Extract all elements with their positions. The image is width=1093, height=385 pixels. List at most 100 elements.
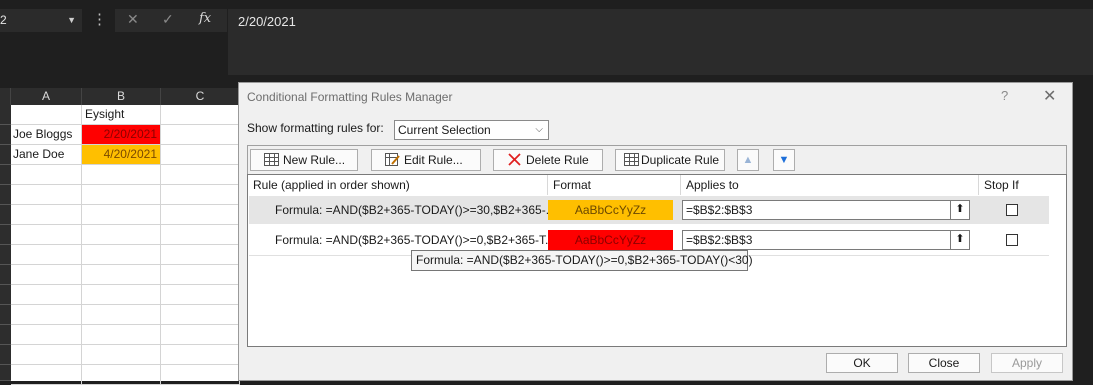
column-header-applies-to: Applies to — [681, 175, 979, 195]
cell[interactable] — [82, 345, 161, 365]
dialog-title: Conditional Formatting Rules Manager — [247, 90, 453, 104]
cell-a1[interactable] — [11, 105, 82, 125]
row-header[interactable] — [0, 265, 11, 285]
row-header[interactable] — [0, 105, 11, 125]
cell[interactable] — [11, 325, 82, 345]
cell[interactable] — [161, 325, 240, 345]
row-header[interactable] — [0, 305, 11, 325]
cell[interactable] — [82, 245, 161, 265]
new-rule-label: New Rule... — [283, 153, 346, 167]
cell[interactable] — [82, 285, 161, 305]
new-rule-button[interactable]: New Rule... — [250, 149, 358, 171]
row-header[interactable] — [0, 125, 11, 145]
select-all-corner[interactable] — [0, 88, 11, 105]
column-header-a[interactable]: A — [11, 88, 82, 105]
cell[interactable] — [161, 185, 240, 205]
cell[interactable] — [11, 345, 82, 365]
close-icon[interactable]: ✕ — [1043, 86, 1056, 106]
cell[interactable] — [82, 185, 161, 205]
duplicate-rule-button[interactable]: Duplicate Rule — [615, 149, 725, 171]
cell[interactable] — [161, 345, 240, 365]
rule-formula: Formula: =AND($B2+365-TODAY()>=30,$B2+36… — [275, 203, 556, 217]
edit-rule-button[interactable]: Edit Rule... — [371, 149, 481, 171]
cell-c3[interactable] — [161, 145, 240, 165]
row-header[interactable] — [0, 245, 11, 265]
cell[interactable] — [82, 305, 161, 325]
cell[interactable] — [82, 205, 161, 225]
cell[interactable] — [161, 165, 240, 185]
cell-b2[interactable]: 2/20/2021 — [82, 125, 161, 145]
close-button[interactable]: Close — [908, 353, 980, 373]
row-header[interactable] — [0, 325, 11, 345]
ok-button[interactable]: OK — [826, 353, 898, 373]
cell-b1[interactable]: Eysight — [82, 105, 161, 125]
cancel-icon[interactable]: ✕ — [127, 11, 139, 28]
move-up-button[interactable]: ▲ — [737, 149, 759, 171]
cell[interactable] — [82, 365, 161, 385]
cell[interactable] — [11, 265, 82, 285]
cell[interactable] — [161, 365, 240, 385]
applies-to-field[interactable]: =$B$2:$B$3 ⬆ — [682, 200, 970, 220]
cell-c2[interactable] — [161, 125, 240, 145]
row-header[interactable] — [0, 365, 11, 381]
rule-row[interactable]: Formula: =AND($B2+365-TODAY()>=30,$B2+36… — [249, 196, 1049, 224]
cell[interactable] — [11, 245, 82, 265]
column-header-c[interactable]: C — [161, 88, 240, 105]
row-header[interactable] — [0, 145, 11, 165]
range-picker-icon[interactable]: ⬆ — [950, 201, 969, 219]
cell[interactable] — [11, 165, 82, 185]
cell[interactable] — [161, 285, 240, 305]
column-header-b[interactable]: B — [82, 88, 161, 105]
stop-if-true-checkbox[interactable] — [1006, 204, 1018, 216]
column-header-format: Format — [548, 175, 681, 195]
applies-to-field[interactable]: =$B$2:$B$3 ⬆ — [682, 230, 970, 250]
stop-if-true-checkbox[interactable] — [1006, 234, 1018, 246]
rule-tooltip: Formula: =AND($B2+365-TODAY()>=0,$B2+365… — [411, 250, 753, 271]
cell[interactable] — [11, 205, 82, 225]
name-box[interactable]: 2 ▼ — [0, 9, 82, 32]
format-preview: AaBbCcYyZz — [548, 200, 673, 220]
cell[interactable] — [82, 325, 161, 345]
row-header[interactable] — [0, 185, 11, 205]
cell-a2[interactable]: Joe Bloggs — [11, 125, 82, 145]
cell[interactable] — [161, 265, 240, 285]
delete-rule-label: Delete Rule — [526, 153, 589, 167]
cell[interactable] — [82, 265, 161, 285]
cell-b3[interactable]: 4/20/2021 — [82, 145, 161, 165]
cell-a3[interactable]: Jane Doe — [11, 145, 82, 165]
conditional-formatting-dialog: Conditional Formatting Rules Manager ? ✕… — [238, 82, 1073, 381]
help-icon[interactable]: ? — [1001, 88, 1008, 103]
formula-input[interactable]: 2/20/2021 — [228, 9, 1093, 75]
column-header-rule: Rule (applied in order shown) — [248, 175, 548, 195]
cell[interactable] — [161, 225, 240, 245]
cell[interactable] — [11, 285, 82, 305]
insert-function-icon[interactable]: fx — [199, 11, 211, 26]
row-header[interactable] — [0, 205, 11, 225]
cell[interactable] — [11, 305, 82, 325]
cell[interactable] — [11, 185, 82, 205]
cell[interactable] — [161, 245, 240, 265]
more-options-icon[interactable]: ⋮ — [92, 11, 107, 29]
range-picker-icon[interactable]: ⬆ — [950, 231, 969, 249]
cell-c1[interactable] — [161, 105, 240, 125]
delete-rule-button[interactable]: Delete Rule — [493, 149, 603, 171]
cell[interactable] — [82, 225, 161, 245]
enter-icon[interactable]: ✓ — [162, 11, 174, 28]
row-header[interactable] — [0, 225, 11, 245]
formula-bar-area: 2 ▼ ⋮ ✕ ✓ fx 2/20/2021 — [0, 0, 1093, 75]
cell[interactable] — [11, 365, 82, 385]
chevron-up-icon: ▲ — [742, 154, 754, 166]
show-rules-select[interactable]: Current Selection ⌵ — [394, 120, 549, 140]
cell[interactable] — [82, 165, 161, 185]
cell[interactable] — [161, 305, 240, 325]
chevron-down-icon[interactable]: ▼ — [67, 9, 76, 32]
apply-button[interactable]: Apply — [991, 353, 1063, 373]
row-header[interactable] — [0, 285, 11, 305]
rule-formula: Formula: =AND($B2+365-TODAY()>=0,$B2+365… — [275, 233, 556, 247]
row-header[interactable] — [0, 345, 11, 365]
move-down-button[interactable]: ▼ — [773, 149, 795, 171]
applies-to-value: =$B$2:$B$3 — [686, 203, 753, 217]
row-header[interactable] — [0, 165, 11, 185]
cell[interactable] — [161, 205, 240, 225]
cell[interactable] — [11, 225, 82, 245]
